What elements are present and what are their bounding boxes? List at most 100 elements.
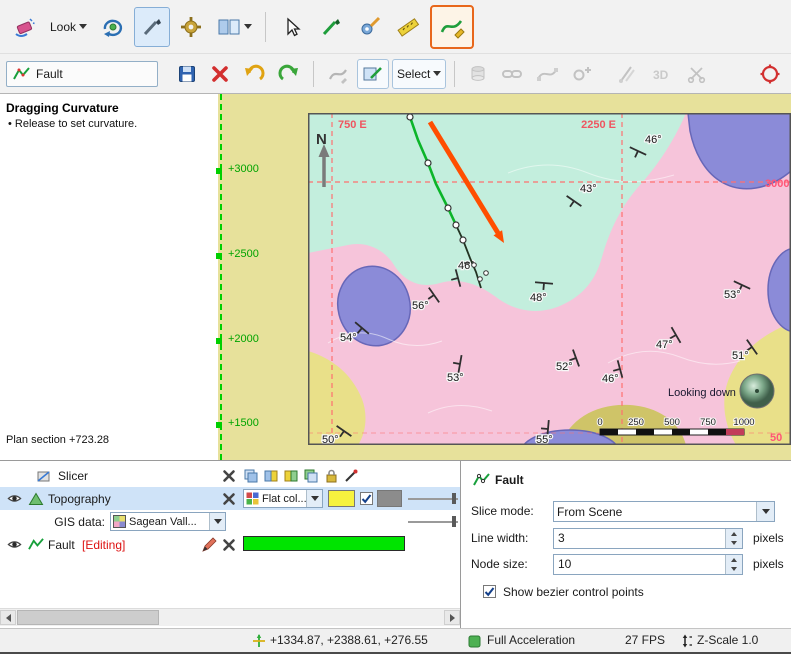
slicer-edge-line — [220, 94, 222, 460]
remove-topography-button[interactable] — [221, 491, 237, 507]
line-width-value[interactable]: 3 — [554, 529, 725, 548]
remove-fault-button[interactable] — [221, 537, 237, 553]
spin-buttons[interactable] — [725, 529, 742, 548]
save-button[interactable] — [172, 59, 202, 89]
edited-object-label: Fault — [36, 66, 63, 81]
draw-polyline-button-disabled[interactable] — [322, 59, 354, 89]
layers-horizontal-scrollbar[interactable] — [0, 608, 460, 626]
lock-icon[interactable] — [323, 468, 339, 484]
redo-button[interactable] — [273, 59, 305, 89]
cut-button-disabled[interactable] — [682, 59, 712, 89]
link-icon — [502, 69, 523, 78]
node-size-spinbox[interactable]: 10 — [553, 554, 743, 575]
svg-text:750: 750 — [700, 417, 716, 428]
scene-viewport[interactable]: +3000 +2500 +2000 +1500 750 E 2250 E 300… — [0, 94, 791, 460]
palette-icon — [246, 492, 259, 505]
line-width-spinbox[interactable]: 3 — [553, 528, 743, 549]
edit-pencil-icon[interactable] — [201, 536, 217, 553]
north-label: N — [316, 131, 327, 148]
scrollbar-thumb[interactable] — [17, 610, 159, 625]
visibility-eye-icon[interactable] — [6, 491, 23, 506]
copy-front-icon[interactable] — [263, 468, 279, 484]
layer-row-slicer[interactable]: Slicer — [0, 464, 460, 487]
slicer-icon — [37, 470, 50, 482]
bezier-checkbox-label: Show bezier control points — [503, 585, 644, 599]
axis-tick — [216, 168, 222, 174]
scale-bar — [599, 428, 745, 436]
add-node-button-disabled[interactable] — [566, 59, 596, 89]
topography-style-dropdown[interactable]: Flat col... — [243, 489, 323, 508]
bezier-checkbox[interactable] — [483, 585, 496, 598]
layer-row-gis[interactable]: GIS data: Sagean Vall... — [0, 510, 460, 533]
look-dropdown[interactable]: Look — [45, 7, 92, 47]
draw-mode-button[interactable] — [357, 58, 389, 89]
axis-label: +1500 — [228, 417, 259, 429]
node-size-value[interactable]: 10 — [554, 555, 725, 574]
topography-opacity-slider[interactable] — [408, 493, 458, 504]
scene-properties-button[interactable] — [173, 7, 209, 47]
scene-list-panel: Slicer Topography Flat col... GIS data: … — [0, 460, 460, 628]
scroll-left-button[interactable] — [0, 610, 16, 625]
layer-row-topography[interactable]: Topography Flat col... — [0, 487, 460, 510]
spin-buttons[interactable] — [725, 555, 742, 574]
axis-tick — [216, 422, 222, 428]
undo-button[interactable] — [238, 59, 270, 89]
editing-status-badge: [Editing] — [82, 537, 126, 552]
eraser-icon — [15, 17, 35, 37]
join-nodes-button-disabled[interactable] — [496, 59, 528, 89]
cursor-coordinates: +1334.87, +2388.61, +276.55 — [270, 633, 428, 647]
clear-scene-button[interactable] — [6, 7, 42, 47]
adjust-slicer-icon[interactable] — [343, 468, 359, 484]
undo-icon — [245, 64, 265, 80]
draw-line-button[interactable] — [313, 7, 349, 47]
properties-title: Fault — [495, 473, 524, 487]
gear-icon — [181, 16, 202, 37]
topography-checkbox[interactable] — [360, 492, 373, 505]
fault-color-bar[interactable] — [243, 536, 405, 551]
gis-data-dropdown[interactable]: Sagean Vall... — [110, 512, 226, 531]
extrude-button-disabled[interactable] — [463, 59, 493, 89]
visibility-eye-icon[interactable] — [6, 537, 23, 552]
scroll-right-button[interactable] — [444, 610, 460, 625]
topography-color-swatch[interactable] — [328, 490, 355, 507]
svg-text:46°: 46° — [645, 134, 662, 146]
measure-button[interactable] — [391, 7, 427, 47]
draw-plane-line-button[interactable] — [134, 6, 171, 47]
fault-layer-icon — [28, 538, 44, 550]
select-pointer-button[interactable] — [274, 7, 310, 47]
layer-label: Fault — [48, 537, 75, 552]
camera-interactions-button[interactable] — [95, 7, 131, 47]
topography-secondary-swatch[interactable] — [377, 490, 402, 507]
z-scale-icon — [682, 634, 692, 648]
svg-text:0: 0 — [597, 417, 602, 428]
curve-segment-button-disabled[interactable] — [531, 59, 563, 89]
layer-row-fault[interactable]: Fault [Editing] — [0, 533, 460, 556]
split-view-dropdown[interactable] — [212, 7, 257, 47]
draw-curve-tool-button[interactable] — [430, 4, 475, 49]
split-view-icon — [218, 19, 240, 34]
toolbar-separator — [454, 60, 456, 87]
gis-opacity-slider[interactable] — [408, 516, 458, 527]
coordinates-icon — [253, 634, 265, 647]
slice-mode-dropdown[interactable]: From Scene — [553, 501, 775, 522]
copy-slicer-icon[interactable] — [243, 468, 259, 484]
3d-mode-button-disabled[interactable]: 3D — [645, 59, 679, 89]
ruler-icon — [397, 17, 420, 37]
edit-tools-button[interactable] — [352, 7, 388, 47]
check-icon — [361, 494, 372, 504]
grid-label-3000: 3000 — [765, 178, 789, 190]
fault-polyline-icon — [13, 66, 30, 79]
delete-button[interactable] — [205, 59, 235, 89]
fps-indicator: 27 FPS — [625, 633, 666, 647]
geology-map[interactable]: 750 E 2250 E 3000 50 N 46° 43° 46° 48° 5… — [308, 113, 791, 445]
remove-slicer-button[interactable] — [221, 468, 237, 484]
copy-back-icon[interactable] — [283, 468, 299, 484]
normals-button-disabled[interactable] — [612, 59, 642, 89]
select-mode-dropdown[interactable]: Select — [392, 58, 447, 89]
axis-tick — [216, 338, 222, 344]
pen-icon — [143, 18, 162, 35]
edited-object-combo[interactable]: Fault — [6, 60, 158, 87]
add-node-icon — [573, 66, 592, 80]
locate-object-button[interactable] — [754, 59, 786, 89]
swap-sides-icon[interactable] — [303, 468, 319, 484]
